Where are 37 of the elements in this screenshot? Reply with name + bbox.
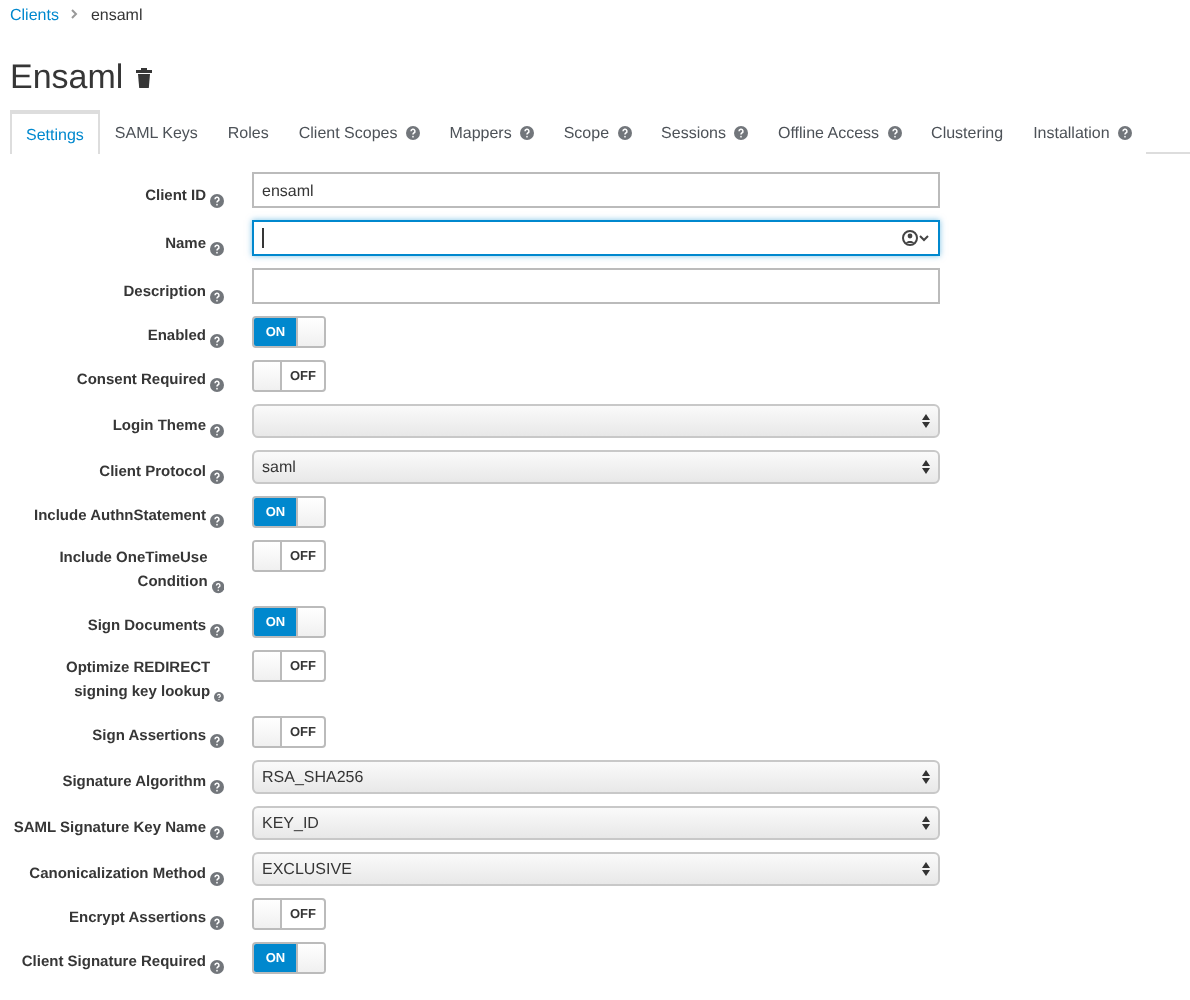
help-icon [210,960,224,974]
updown-arrows-icon [922,770,930,784]
help-icon [210,872,224,886]
updown-arrows-icon [922,460,930,474]
help-icon [210,334,224,348]
breadcrumb-link[interactable]: Clients [10,5,59,23]
text-field[interactable]: ensaml [252,172,940,208]
help-icon [210,378,224,392]
help-icon [210,290,224,304]
page-title: Ensaml [10,58,124,98]
help-icon [214,690,224,704]
chevron-right-icon [70,8,79,20]
help-icon [210,916,224,930]
select-field[interactable]: saml [252,450,940,484]
help-icon [210,780,224,794]
updown-arrows-icon [922,414,930,428]
select-field[interactable] [252,404,940,438]
select-field[interactable]: EXCLUSIVE [252,852,940,886]
help-icon [210,624,224,638]
contact-autofill-icon[interactable] [902,230,930,246]
help-icon [210,514,224,528]
help-icon [210,470,224,484]
trash-icon[interactable] [135,68,152,88]
tab[interactable]: Settings [10,110,100,154]
breadcrumb-current: ensaml [90,5,143,23]
help-icon [210,424,224,438]
updown-arrows-icon [922,816,930,830]
updown-arrows-icon [922,862,930,876]
select-field[interactable]: RSA_SHA256 [252,760,940,794]
select-field[interactable]: KEY_ID [252,806,940,840]
help-icon [210,734,224,748]
text-field[interactable] [252,268,940,304]
help-icon [210,826,224,840]
help-icon [210,194,224,208]
help-icon [210,242,224,256]
help-icon [211,580,224,594]
text-field[interactable] [252,220,940,256]
